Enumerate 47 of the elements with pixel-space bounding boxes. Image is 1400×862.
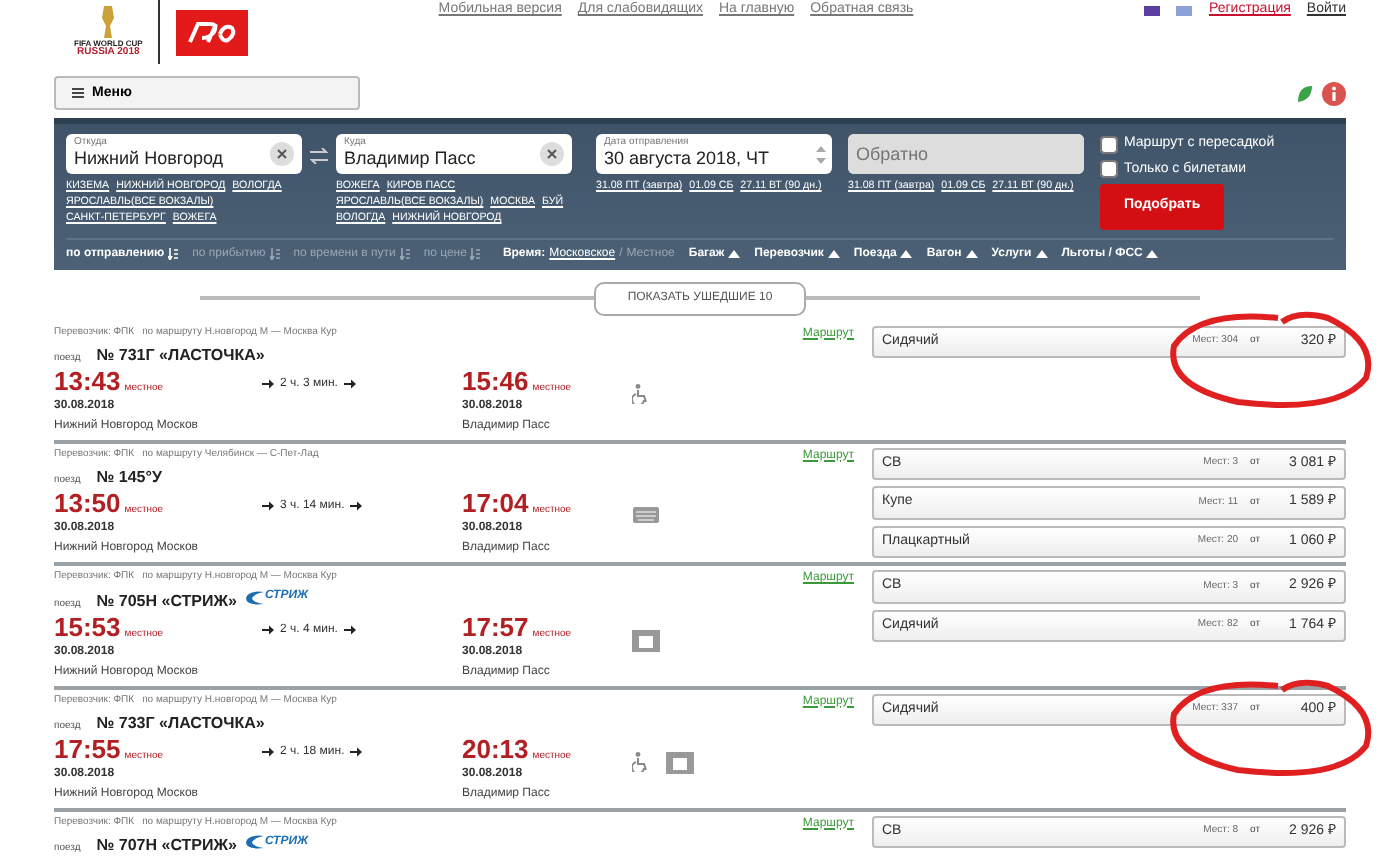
railway-logo-icon [176, 9, 249, 55]
departure-time: 13:43 [54, 365, 121, 395]
departure-time: 15:46 [462, 365, 529, 395]
wheelchair-icon [632, 383, 650, 403]
departure-time: 17:55 [54, 733, 121, 763]
arrow-icon [262, 624, 274, 636]
sort-icon [168, 248, 179, 260]
arrow-icon [262, 500, 274, 512]
departure-time: 13:50 [54, 487, 121, 517]
checkbox[interactable] [1100, 160, 1118, 179]
caret-icon [728, 250, 741, 258]
caret-icon [1035, 250, 1048, 258]
arrow-icon [350, 500, 363, 512]
trophy-icon [98, 6, 119, 38]
menu-icon [72, 88, 84, 98]
train-number: № 145°У [96, 465, 162, 489]
swoosh-icon [244, 834, 265, 850]
caret-icon [827, 250, 840, 258]
departure-time: 17:57 [462, 611, 529, 641]
arrow-icon [343, 378, 356, 390]
arrow-icon [262, 746, 274, 758]
checkbox[interactable] [1100, 135, 1118, 154]
arrow-icon [343, 624, 356, 636]
train-number: № 731Г «ЛАСТОЧКА» [96, 343, 265, 367]
arrow-icon [262, 378, 274, 390]
swoosh-icon [244, 589, 265, 605]
arrow-icon [350, 746, 363, 758]
train-number: № 705Н «СТРИЖ» [96, 589, 237, 613]
sort-icon [470, 248, 481, 260]
wheelchair-icon [632, 752, 650, 772]
departure-time: 20:13 [462, 733, 529, 763]
caret-icon [965, 250, 978, 258]
keyboard-icon [632, 505, 660, 523]
leaf-icon [1296, 83, 1314, 103]
caret-icon [1146, 250, 1159, 258]
spinner-icon [816, 146, 826, 164]
sort-icon [399, 248, 410, 260]
departure-time: 17:04 [462, 487, 529, 517]
train-number: № 707Н «СТРИЖ» [96, 834, 237, 858]
swap-icon [310, 148, 328, 164]
sort-icon [269, 248, 280, 260]
departure-time: 15:53 [54, 611, 121, 641]
caret-icon [900, 250, 913, 258]
info-icon [1322, 81, 1346, 105]
train-number: № 733Г «ЛАСТОЧКА» [96, 711, 265, 735]
clear-icon [540, 142, 564, 166]
clear-icon [270, 142, 294, 166]
